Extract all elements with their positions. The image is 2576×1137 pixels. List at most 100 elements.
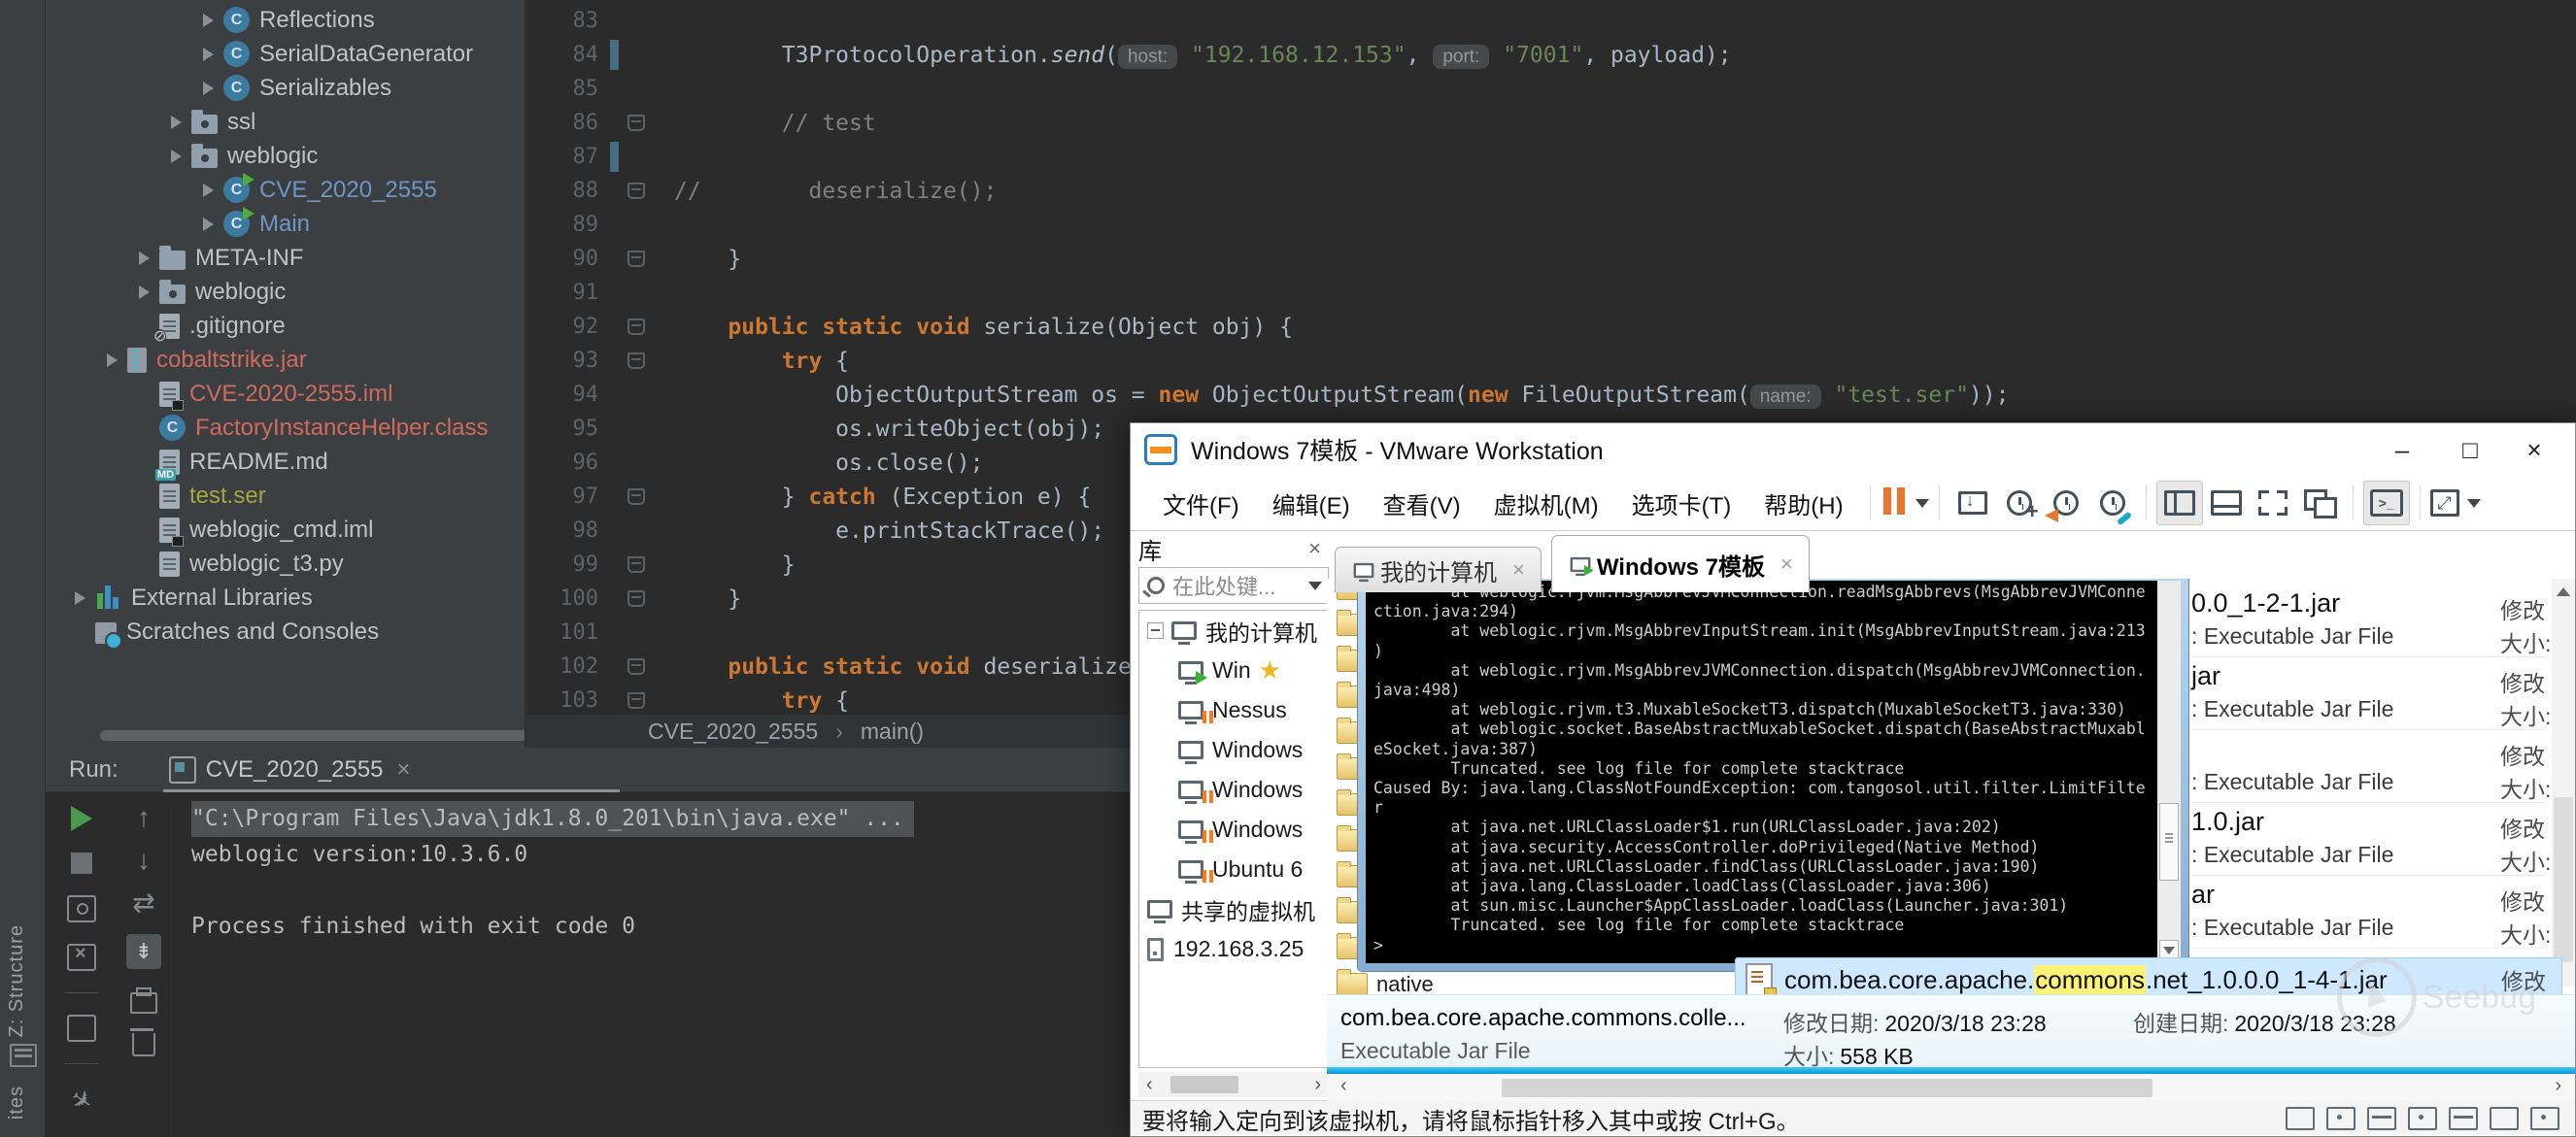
library-item[interactable]: Windows: [1139, 770, 1328, 810]
print-icon[interactable]: [130, 992, 157, 1014]
power-pause-button[interactable]: [1881, 481, 1929, 525]
tree-item[interactable]: Scratches and Consoles: [46, 615, 525, 649]
menu-item[interactable]: 虚拟机(M): [1477, 493, 1615, 519]
tree-item[interactable]: CReflections: [46, 3, 525, 37]
tree-item[interactable]: weblogic: [46, 275, 525, 309]
display-device-icon[interactable]: [2530, 1107, 2559, 1130]
send-ctrl-alt-del-button[interactable]: [1949, 481, 1996, 525]
library-item[interactable]: 共享的虚拟机: [1139, 889, 1328, 929]
scroll-to-end-button[interactable]: ⇟: [126, 934, 161, 969]
tree-item[interactable]: External Libraries: [46, 581, 525, 615]
tree-item[interactable]: CCVE_2020_2555: [46, 173, 525, 207]
fold-marker-icon[interactable]: [627, 352, 645, 369]
file-row[interactable]: : Executable Jar File修改大小:: [2191, 730, 2546, 803]
tree-item[interactable]: META-INF: [46, 241, 525, 275]
tree-item[interactable]: CSerialDataGenerator: [46, 37, 525, 71]
scrollbar-thumb[interactable]: [1170, 1076, 1238, 1093]
tree-item[interactable]: weblogic: [46, 139, 525, 173]
menu-item[interactable]: 查看(V): [1367, 493, 1477, 519]
library-hscrollbar[interactable]: ‹ ›: [1138, 1072, 1329, 1097]
menu-item[interactable]: 帮助(H): [1747, 493, 1859, 519]
library-item[interactable]: Win★: [1139, 651, 1328, 690]
tree-item[interactable]: ssl: [46, 105, 525, 139]
up-stacktrace-icon[interactable]: ↑: [137, 806, 151, 829]
kill-process-icon[interactable]: [67, 944, 96, 971]
show-thumbnails-button[interactable]: [2203, 481, 2250, 525]
vm-screen[interactable]: usutiwlscoinL1seaeilocalenative at weblo…: [1327, 579, 2575, 1101]
cmd-window[interactable]: at weblogic.rjvm.MsgAbbrevJVMConnection.…: [1358, 579, 2188, 971]
tree-item[interactable]: CFactoryInstanceHelper.class: [46, 411, 525, 445]
library-item[interactable]: 192.168.3.25: [1139, 929, 1328, 969]
scroll-left-icon[interactable]: ‹: [1333, 1075, 1355, 1097]
tree-item[interactable]: .gitignore: [46, 309, 525, 343]
sound-device-icon[interactable]: [2408, 1107, 2437, 1130]
usb-device-icon[interactable]: [2449, 1107, 2478, 1130]
take-snapshot-button[interactable]: [1996, 481, 2043, 525]
layout-settings-icon[interactable]: [67, 1015, 96, 1042]
file-row[interactable]: ar: Executable Jar File修改大小:: [2191, 876, 2546, 949]
expand-arrow-icon[interactable]: [75, 591, 85, 605]
scrollbar-thumb[interactable]: [2159, 803, 2179, 881]
scroll-right-icon[interactable]: ›: [2547, 1075, 2569, 1097]
close-icon[interactable]: ×: [1308, 536, 1321, 561]
file-row[interactable]: 0.0_1-2-1.jar: Executable Jar File修改大小:: [2191, 585, 2546, 657]
close-icon[interactable]: ×: [1512, 557, 1525, 583]
menu-item[interactable]: 选项卡(T): [1615, 493, 1748, 519]
printer-device-icon[interactable]: [2490, 1107, 2519, 1130]
tree-item[interactable]: cobaltstrike.jar: [46, 343, 525, 377]
collapse-icon[interactable]: [1147, 622, 1164, 639]
close-icon[interactable]: ×: [1780, 552, 1793, 577]
fold-marker-icon[interactable]: [627, 590, 645, 607]
unity-button[interactable]: [2296, 481, 2343, 525]
file-list-scrollbar[interactable]: [2552, 579, 2575, 987]
show-library-button[interactable]: [2156, 481, 2203, 525]
fold-marker-icon[interactable]: [627, 488, 645, 505]
scroll-up-icon[interactable]: [2552, 581, 2575, 602]
expand-arrow-icon[interactable]: [171, 116, 182, 129]
fold-marker-icon[interactable]: [627, 251, 645, 267]
scrollbar-thumb[interactable]: [1502, 1079, 2152, 1097]
hdd-device-icon[interactable]: [2286, 1107, 2315, 1130]
fold-marker-icon[interactable]: [627, 183, 645, 199]
expand-arrow-icon[interactable]: [203, 82, 214, 95]
favorites-tool-label[interactable]: ites: [6, 1086, 28, 1120]
grid-icon[interactable]: [10, 1044, 37, 1067]
down-stacktrace-icon[interactable]: ↓: [137, 849, 151, 872]
file-row[interactable]: jar: Executable Jar File修改大小:: [2191, 657, 2546, 730]
tree-item[interactable]: weblogic_t3.py: [46, 547, 525, 581]
chevron-down-icon[interactable]: [1308, 582, 1322, 590]
network-device-icon[interactable]: [2367, 1107, 2396, 1130]
run-tab[interactable]: CVE_2020_2555 ×: [163, 748, 417, 791]
cdrom-device-icon[interactable]: [2326, 1107, 2356, 1130]
fullscreen-button[interactable]: [2250, 481, 2296, 525]
scroll-left-icon[interactable]: ‹: [1138, 1074, 1161, 1096]
library-item[interactable]: Windows: [1139, 730, 1328, 770]
expand-arrow-icon[interactable]: [203, 184, 214, 197]
library-search-box[interactable]: 在此处键...: [1138, 567, 1329, 604]
fold-marker-icon[interactable]: [627, 692, 645, 709]
fold-marker-icon[interactable]: [627, 318, 645, 335]
pin-tab-icon[interactable]: ✈: [64, 1083, 99, 1120]
show-console-button[interactable]: >_: [2363, 481, 2410, 525]
breadcrumb-class[interactable]: CVE_2020_2555: [648, 719, 818, 745]
fold-marker-icon[interactable]: [627, 556, 645, 573]
expand-arrow-icon[interactable]: [203, 14, 214, 27]
menu-item[interactable]: 文件(F): [1146, 493, 1256, 519]
tree-item[interactable]: weblogic_cmd.iml: [46, 513, 525, 547]
vmware-titlebar[interactable]: Windows 7模板 - VMware Workstation – □ ×: [1131, 423, 2575, 476]
scrollbar-thumb[interactable]: [2554, 797, 2573, 962]
tree-item[interactable]: CVE-2020-2555.iml: [46, 377, 525, 411]
expand-arrow-icon[interactable]: [107, 353, 118, 367]
fold-marker-icon[interactable]: [627, 658, 645, 675]
stop-button[interactable]: [71, 853, 92, 874]
close-icon[interactable]: ×: [397, 756, 411, 784]
terminal-scrollbar[interactable]: [2157, 581, 2181, 963]
scroll-right-icon[interactable]: ›: [1306, 1074, 1329, 1096]
expand-arrow-icon[interactable]: [203, 48, 214, 61]
expand-arrow-icon[interactable]: [171, 150, 182, 163]
vm-tab[interactable]: 我的计算机×: [1335, 547, 1542, 592]
structure-tool-label[interactable]: Z: Structure: [6, 924, 28, 1037]
explorer-hscrollbar[interactable]: ‹ ›: [1327, 1074, 2575, 1101]
tree-item[interactable]: README.md: [46, 445, 525, 479]
expand-arrow-icon[interactable]: [203, 217, 214, 231]
